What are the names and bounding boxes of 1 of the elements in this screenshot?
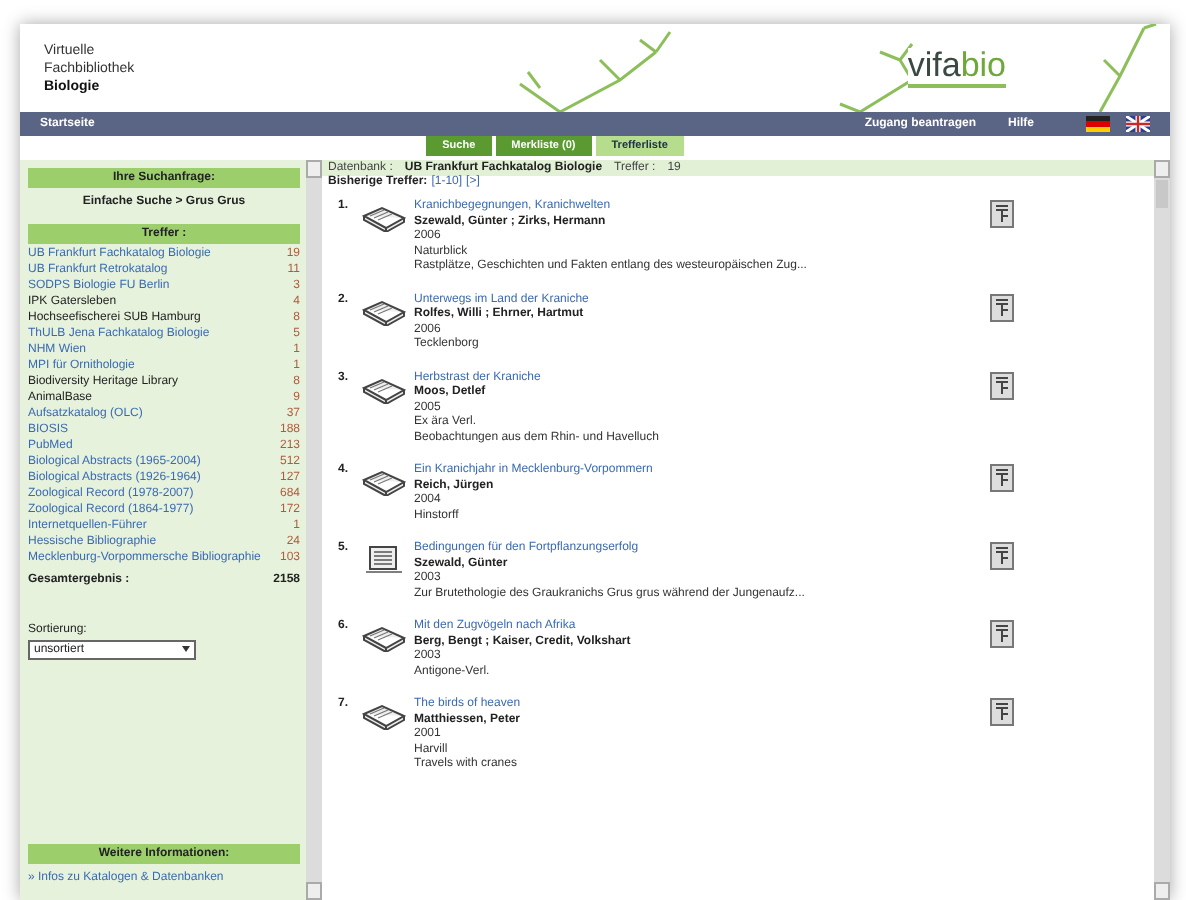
vifabio-logo[interactable]: vifabio: [907, 48, 1006, 88]
